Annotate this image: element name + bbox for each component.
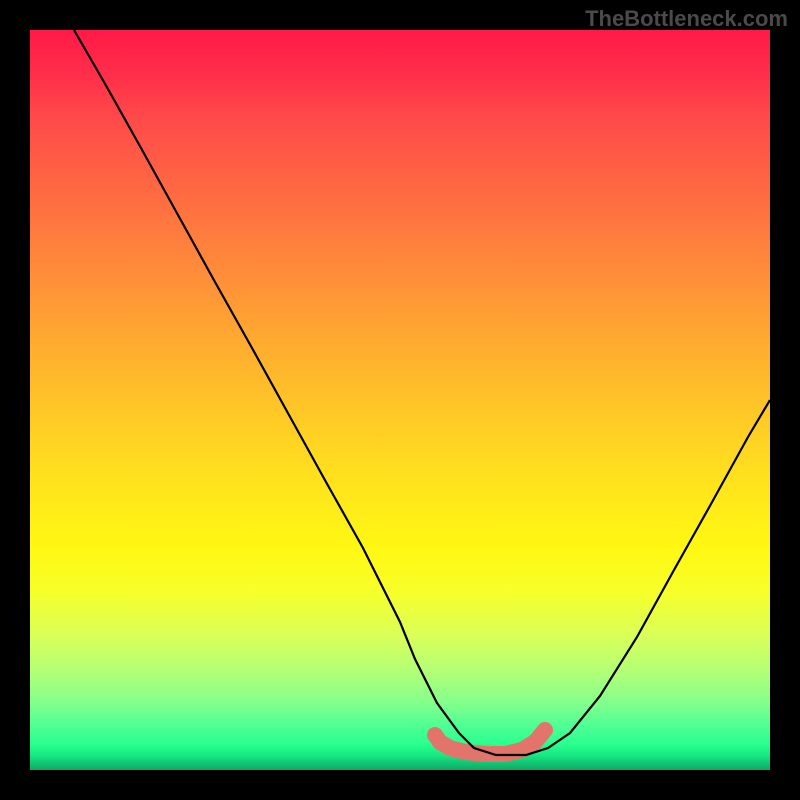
chart-plot-area <box>30 30 770 770</box>
bottleneck-curve <box>74 30 770 755</box>
watermark-text: TheBottleneck.com <box>585 6 788 32</box>
chart-svg <box>30 30 770 770</box>
optimal-range-marker <box>435 730 545 754</box>
